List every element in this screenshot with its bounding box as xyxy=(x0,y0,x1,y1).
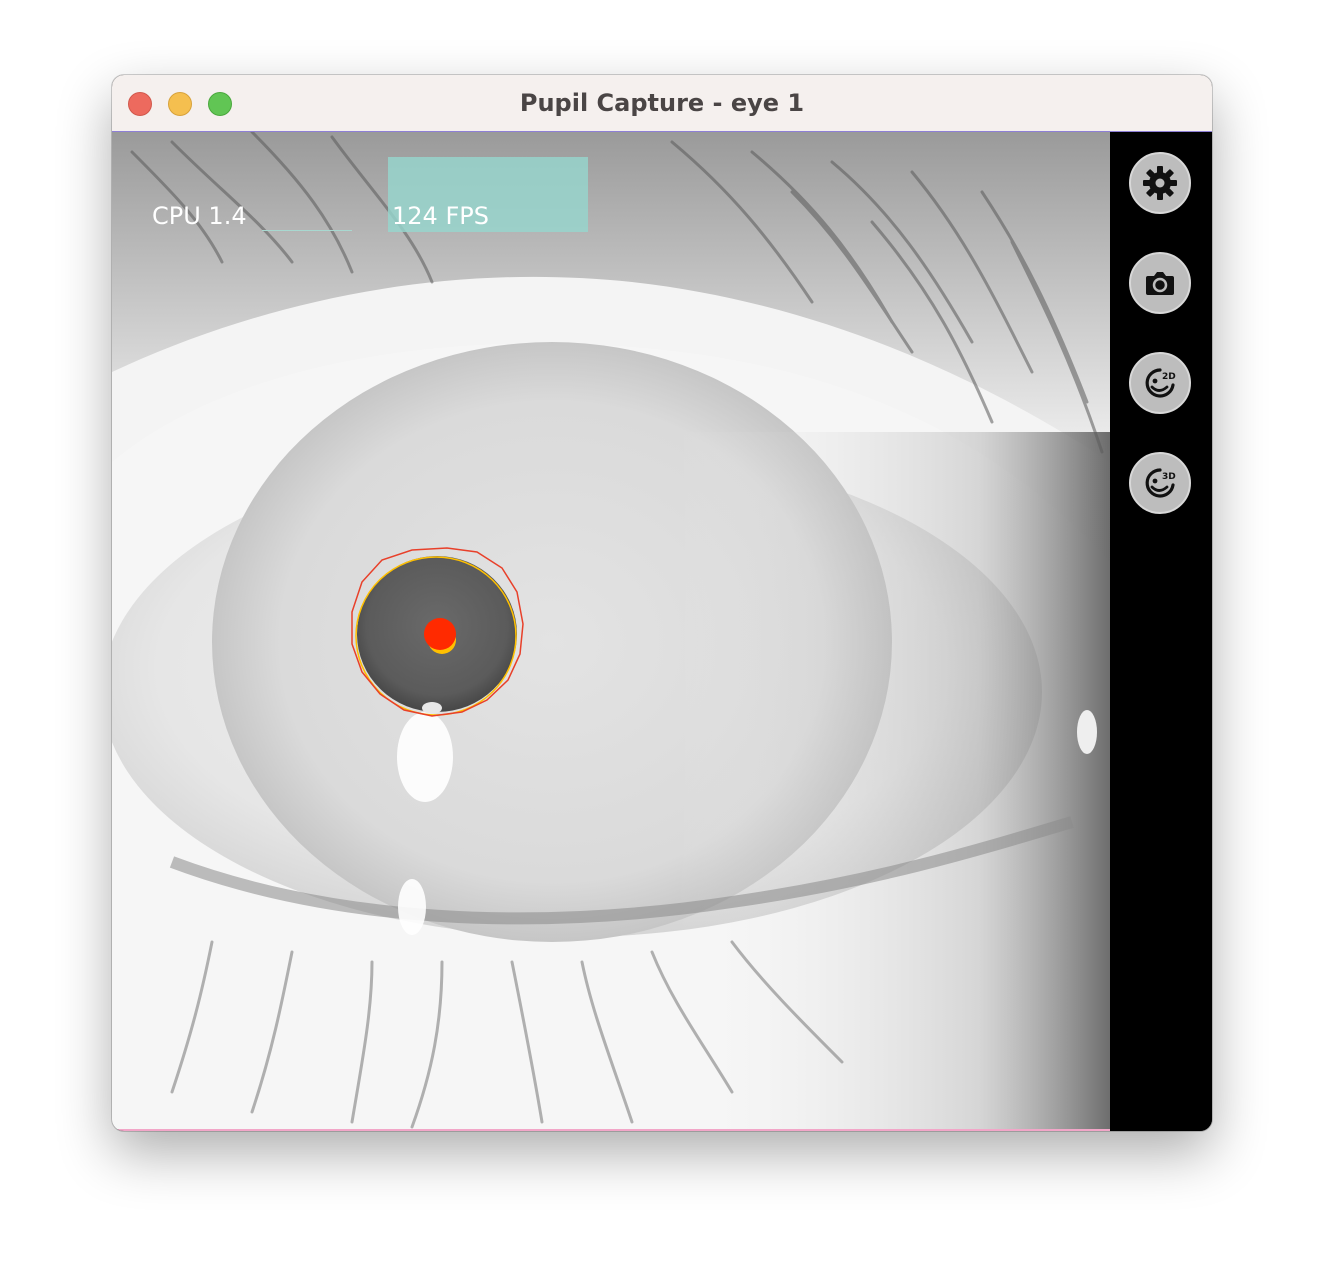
gear-icon xyxy=(1143,166,1177,200)
pupil-detector-3d-button[interactable]: 3D xyxy=(1129,452,1191,514)
pupil-center-marker xyxy=(424,618,456,650)
pupil-detector-2d-button[interactable]: 2D xyxy=(1129,352,1191,414)
app-window: Pupil Capture - eye 1 CPU 1.4 124 FPS 2D… xyxy=(112,75,1212,1131)
settings-button[interactable] xyxy=(1129,152,1191,214)
eye-camera-image xyxy=(112,132,1110,1129)
detector-3d-badge: 3D xyxy=(1162,472,1176,482)
camera-icon xyxy=(1146,272,1174,295)
detector-3d-icon: 3D xyxy=(1145,468,1176,498)
fps-graph-label: 124 FPS xyxy=(392,202,489,230)
detector-2d-badge: 2D xyxy=(1162,372,1176,382)
detector-2d-icon: 2D xyxy=(1145,368,1176,398)
eye-camera-view[interactable]: CPU 1.4 124 FPS xyxy=(112,132,1110,1131)
cpu-graph-line xyxy=(262,230,352,231)
window-content: CPU 1.4 124 FPS 2D 3D xyxy=(112,132,1212,1131)
snapshot-button[interactable] xyxy=(1129,252,1191,314)
title-bar[interactable]: Pupil Capture - eye 1 xyxy=(112,75,1212,132)
cpu-graph-label: CPU 1.4 xyxy=(152,202,247,230)
icon-sidebar: 2D 3D xyxy=(1110,132,1212,1131)
window-title: Pupil Capture - eye 1 xyxy=(519,89,805,117)
